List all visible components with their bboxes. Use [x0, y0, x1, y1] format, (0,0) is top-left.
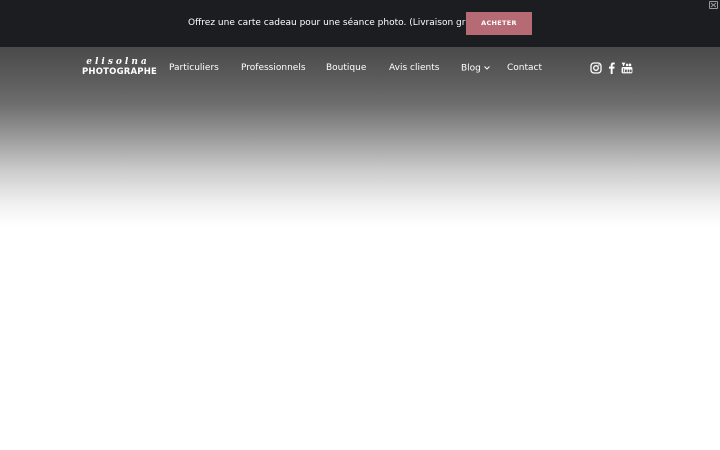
close-icon — [710, 2, 717, 8]
close-promo-icon[interactable] — [709, 1, 718, 9]
promo-text: Offrez une carte cadeau pour une séance … — [188, 18, 496, 28]
nav-avis-clients[interactable]: Avis clients — [389, 62, 439, 74]
nav-particuliers[interactable]: Particuliers — [169, 62, 219, 74]
nav-contact[interactable]: Contact — [507, 62, 542, 74]
instagram-icon[interactable] — [590, 62, 602, 74]
nav-boutique[interactable]: Boutique — [326, 62, 366, 74]
site-logo[interactable]: elisolna PHOTOGRAPHE — [82, 57, 158, 79]
promo-bar: Offrez une carte cadeau pour une séance … — [0, 0, 720, 47]
nav-professionnels[interactable]: Professionnels — [241, 62, 306, 74]
facebook-icon[interactable] — [606, 62, 618, 74]
page: Offrez une carte cadeau pour une séance … — [0, 0, 720, 450]
chevron-down-icon — [484, 62, 490, 74]
nav-blog[interactable]: Blog — [461, 62, 490, 75]
buy-button[interactable]: ACHETER — [466, 12, 532, 35]
nav-blog-label: Blog — [461, 63, 481, 74]
logo-word: PHOTOGRAPHE — [82, 67, 158, 77]
logo-script: elisolna — [86, 57, 150, 67]
youtube-icon[interactable] — [621, 62, 633, 74]
